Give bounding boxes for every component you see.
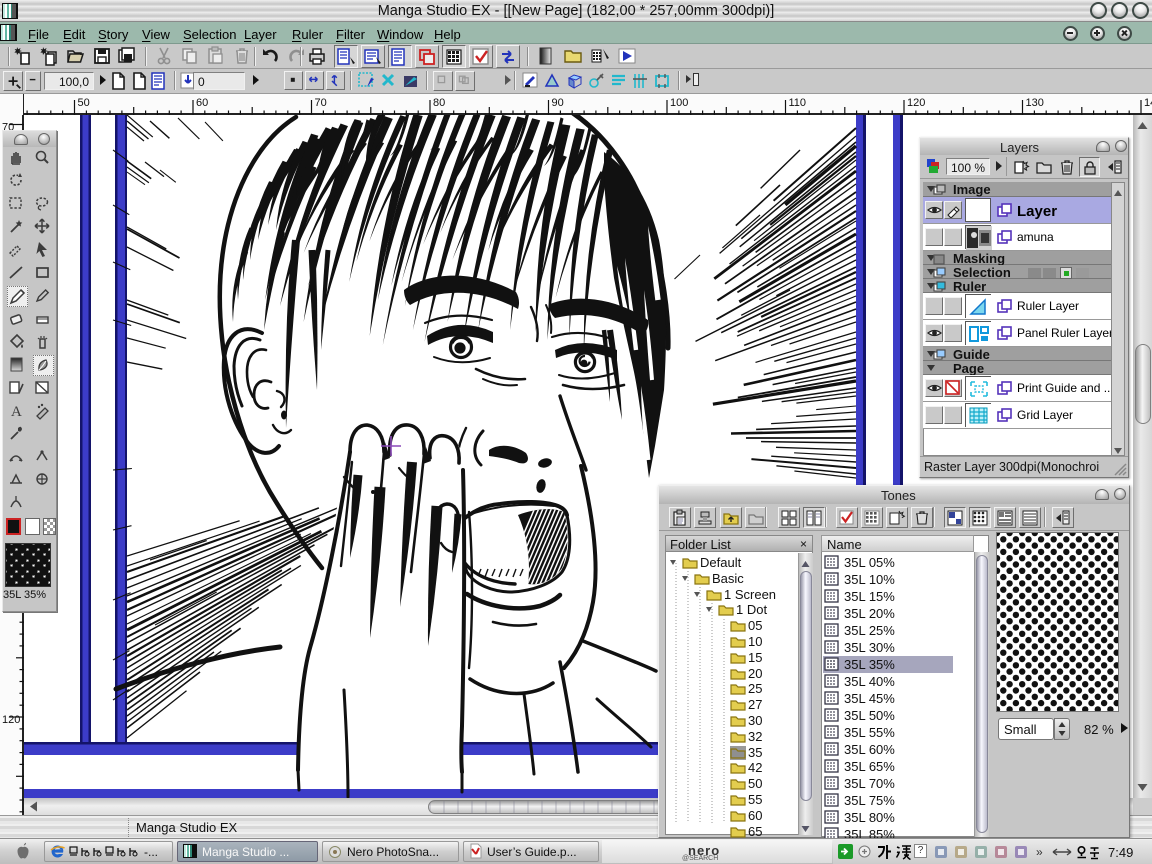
svg-text:A: A: [11, 404, 22, 420]
svg-text:140: 140: [1144, 97, 1152, 109]
svg-text:80: 80: [433, 97, 445, 109]
svg-text:120: 120: [907, 97, 925, 109]
svg-text:100: 100: [670, 97, 688, 109]
svg-text:90: 90: [552, 97, 564, 109]
svg-text:130: 130: [1026, 97, 1044, 109]
svg-text:110: 110: [789, 97, 807, 109]
svg-text:50: 50: [78, 97, 90, 109]
svg-text:70: 70: [315, 97, 327, 109]
svg-text:120: 120: [2, 714, 20, 726]
svg-text:60: 60: [196, 97, 208, 109]
